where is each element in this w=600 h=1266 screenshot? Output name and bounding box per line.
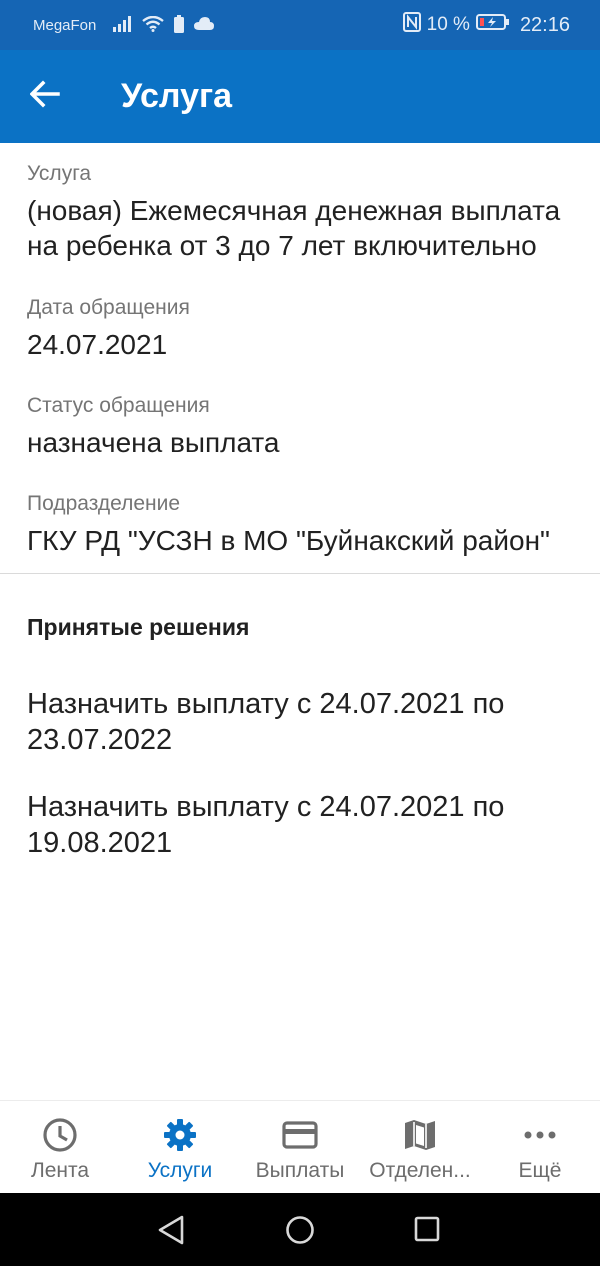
arrow-left-icon xyxy=(29,80,60,113)
service-label: Услуга xyxy=(27,162,92,185)
nav-item-offices[interactable]: Отделен... xyxy=(360,1101,480,1194)
decision-item: Назначить выплату с 24.07.2021 по 23.07.… xyxy=(27,688,505,756)
nav-item-services[interactable]: Услуги xyxy=(120,1101,240,1194)
nav-item-more[interactable]: Ещё xyxy=(480,1101,600,1194)
battery-percent: 10 % xyxy=(426,14,470,35)
clock-icon xyxy=(40,1117,80,1153)
triangle-back-icon xyxy=(157,1215,185,1250)
gear-icon xyxy=(160,1117,200,1153)
battery-small-icon xyxy=(174,14,185,36)
department-value: ГКУ РД "УСЗН в МО "Буйнакский район" xyxy=(27,525,550,556)
nav-item-payments[interactable]: Выплаты xyxy=(240,1101,360,1194)
signal-icon xyxy=(112,15,132,35)
date-label: Дата обращения xyxy=(27,296,190,319)
nfc-icon xyxy=(402,12,421,38)
service-field: Услуга (новая) Ежемесячная денежная выпл… xyxy=(0,143,600,263)
wifi-icon xyxy=(142,15,165,35)
service-details: Услуга (новая) Ежемесячная денежная выпл… xyxy=(0,143,600,861)
clock-time: 22:16 xyxy=(519,13,570,36)
map-icon xyxy=(400,1117,440,1153)
department-field: Подразделение ГКУ РД "УСЗН в МО "Буйнакс… xyxy=(0,460,600,558)
nav-item-feed[interactable]: Лента xyxy=(0,1101,120,1194)
credit-card-icon xyxy=(280,1117,320,1153)
system-navigation-bar xyxy=(0,1193,600,1266)
date-field: Дата обращения 24.07.2021 xyxy=(0,263,600,362)
decision-item: Назначить выплату с 24.07.2021 по 19.08.… xyxy=(27,791,505,859)
carrier-name: MegaFon xyxy=(33,16,97,34)
nav-label-offices: Отделен... xyxy=(369,1159,471,1182)
decisions-title: Принятые решения xyxy=(27,614,250,640)
service-value: (новая) Ежемесячная денежная выплата на … xyxy=(27,195,561,261)
square-recents-icon xyxy=(414,1216,440,1247)
nav-label-payments: Выплаты xyxy=(255,1159,345,1182)
status-bar: MegaFon 10 % 22:16 xyxy=(0,0,600,50)
date-value: 24.07.2021 xyxy=(27,329,168,360)
nav-label-services: Услуги xyxy=(147,1159,213,1182)
system-home-button[interactable] xyxy=(285,1215,315,1250)
bottom-navigation: Лента Услуги Выплаты Отделен... Ещё xyxy=(0,1100,600,1193)
circle-home-icon xyxy=(285,1215,315,1250)
more-dots-icon xyxy=(520,1117,560,1153)
system-back-button[interactable] xyxy=(157,1215,185,1250)
page-title: Услуга xyxy=(121,77,233,115)
app-bar: Услуга xyxy=(0,50,600,143)
battery-icon xyxy=(475,13,510,37)
system-recents-button[interactable] xyxy=(414,1216,440,1247)
cloud-icon xyxy=(194,17,215,33)
status-field: Статус обращения назначена выплата xyxy=(0,362,600,460)
status-value: назначена выплата xyxy=(27,427,280,458)
nav-label-feed: Лента xyxy=(30,1159,90,1182)
nav-label-more: Ещё xyxy=(518,1159,562,1182)
status-label: Статус обращения xyxy=(27,394,210,417)
department-label: Подразделение xyxy=(27,492,181,515)
back-button[interactable] xyxy=(0,50,92,143)
